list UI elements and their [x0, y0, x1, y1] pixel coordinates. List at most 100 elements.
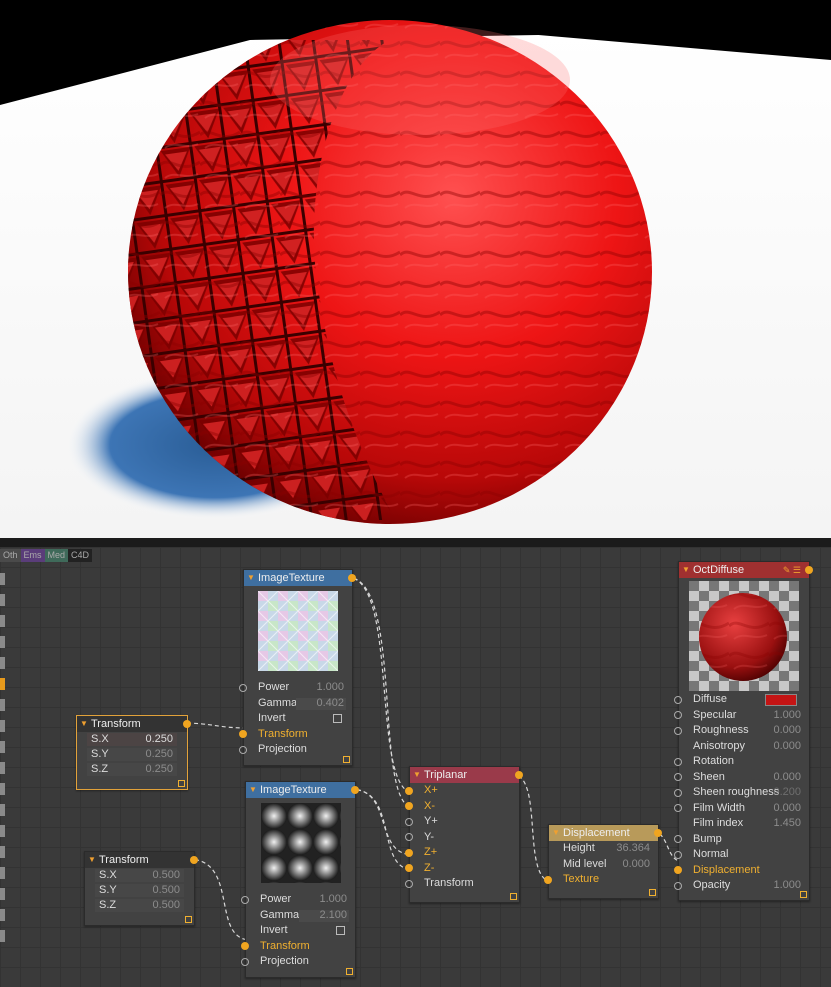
invert-checkbox[interactable] [336, 926, 345, 935]
param-row[interactable]: Power 1.000 [239, 680, 352, 696]
input-pin[interactable] [405, 802, 413, 810]
resize-icon[interactable] [178, 780, 185, 787]
output-pin[interactable] [183, 720, 191, 728]
resize-icon[interactable] [343, 756, 350, 763]
collapse-triangle-icon[interactable]: ▼ [552, 825, 560, 841]
node-header[interactable]: ▼ OctDiffuse ✎ ☰ [679, 562, 813, 578]
node-displacement[interactable]: ▼ Displacement Height 36.364 Mid level 0.0… [544, 824, 662, 899]
param-row[interactable]: Gamma 2.100 [246, 908, 355, 924]
input-pin[interactable] [239, 745, 247, 754]
param-row[interactable]: Gamma 0.402 [244, 696, 352, 712]
node-octdiffuse[interactable]: ▼ OctDiffuse ✎ ☰ Diffuse Specular 1.000 … [674, 561, 813, 901]
input-pin[interactable] [674, 866, 682, 874]
resize-icon[interactable] [185, 916, 192, 923]
node-imagetexture-top[interactable]: ▼ ImageTexture Power 1.000 Gamma 0.402 Inv… [239, 569, 356, 766]
input-pin[interactable] [674, 711, 682, 719]
param-row[interactable]: Anisotropy 0.000 [679, 739, 809, 755]
collapse-triangle-icon[interactable]: ▼ [249, 782, 257, 798]
collapse-triangle-icon[interactable]: ▼ [80, 716, 88, 732]
input-pin[interactable] [674, 695, 682, 704]
input-pin[interactable] [239, 730, 247, 738]
diffuse-color-swatch[interactable] [765, 694, 797, 706]
param-row[interactable]: Texture [544, 872, 658, 888]
node-header[interactable]: ▼ Triplanar [410, 767, 523, 783]
param-row[interactable]: X+ [405, 783, 519, 799]
param-row[interactable]: Invert [244, 711, 352, 727]
input-pin[interactable] [241, 957, 249, 966]
param-row[interactable]: Film index 1.450 [679, 816, 809, 832]
param-row[interactable]: Displacement [674, 863, 809, 879]
input-pin[interactable] [674, 757, 682, 766]
resize-icon[interactable] [510, 893, 517, 900]
input-pin[interactable] [674, 881, 682, 890]
param-row[interactable]: Y- [405, 830, 519, 846]
output-pin[interactable] [654, 829, 662, 837]
resize-icon[interactable] [800, 891, 807, 898]
param-row[interactable]: Transform [405, 876, 519, 892]
param-row[interactable]: Invert [246, 923, 355, 939]
param-row[interactable]: Roughness 0.000 [674, 723, 809, 739]
param-row[interactable]: S.X 0.250 [77, 732, 187, 747]
param-row[interactable]: Opacity 1.000 [674, 878, 809, 894]
input-pin[interactable] [405, 817, 413, 826]
input-pin[interactable] [674, 850, 682, 859]
input-pin[interactable] [405, 864, 413, 872]
input-pin[interactable] [405, 848, 413, 857]
param-row[interactable]: Rotation [674, 754, 809, 770]
output-pin[interactable] [348, 574, 356, 582]
resize-icon[interactable] [346, 968, 353, 975]
param-row[interactable]: Film Width 0.000 [674, 801, 809, 817]
param-row[interactable]: Normal [674, 847, 809, 863]
input-pin[interactable] [405, 879, 413, 888]
param-row[interactable]: Height 36.364 [549, 841, 658, 857]
input-pin[interactable] [544, 875, 552, 884]
node-transform-bottom[interactable]: ▼ Transform S.X 0.500 S.Y 0.500 S.Z 0.500 [84, 851, 198, 926]
param-row[interactable]: Y+ [405, 814, 519, 830]
collapse-triangle-icon[interactable]: ▼ [682, 562, 690, 578]
node-header[interactable]: ▼ Transform [85, 852, 198, 868]
output-pin[interactable] [351, 786, 359, 794]
param-row[interactable]: Sheen roughness 0.200 [674, 785, 809, 801]
resize-icon[interactable] [649, 889, 656, 896]
invert-checkbox[interactable] [333, 714, 342, 723]
param-row[interactable]: S.Y 0.500 [85, 883, 194, 898]
node-header[interactable]: ▼ Transform [77, 716, 191, 732]
param-row[interactable]: S.Z 0.500 [85, 898, 194, 913]
param-row[interactable]: Mid level 0.000 [549, 857, 658, 873]
collapse-triangle-icon[interactable]: ▼ [413, 767, 421, 783]
output-pin[interactable] [805, 566, 813, 574]
param-row[interactable]: Z- [405, 861, 519, 877]
input-pin[interactable] [674, 726, 682, 735]
param-row[interactable]: Transform [239, 727, 352, 743]
param-row[interactable]: Projection [239, 742, 352, 758]
output-pin[interactable] [515, 771, 523, 779]
input-pin[interactable] [241, 942, 249, 950]
input-pin[interactable] [239, 683, 247, 692]
param-row[interactable]: S.Z 0.250 [77, 762, 187, 777]
param-row[interactable]: Bump [674, 832, 809, 848]
node-header[interactable]: ▼ ImageTexture [246, 782, 359, 798]
param-row[interactable]: Projection [241, 954, 355, 970]
input-pin[interactable] [674, 804, 682, 812]
node-transform-top[interactable]: ▼ Transform S.X 0.250 S.Y 0.250 S.Z 0.250 [76, 715, 191, 790]
param-row[interactable]: Specular 1.000 [674, 708, 809, 724]
input-pin[interactable] [674, 788, 682, 797]
input-pin[interactable] [405, 833, 413, 841]
output-pin[interactable] [190, 856, 198, 864]
param-row[interactable]: X- [405, 799, 519, 815]
node-triplanar[interactable]: ▼ Triplanar X+ X- Y+ Y- Z+ Z- Transform [405, 766, 523, 903]
input-pin[interactable] [405, 786, 413, 795]
node-imagetexture-bottom[interactable]: ▼ ImageTexture Power 1.000 Gamma 2.100 Inv… [241, 781, 359, 978]
node-editor[interactable]: Oth Ems Med C4D ▼ ImageTexture Power 1.0… [0, 547, 831, 987]
input-pin[interactable] [241, 895, 249, 904]
param-row-diffuse[interactable]: Diffuse [674, 692, 809, 708]
param-row[interactable]: S.X 0.500 [85, 868, 194, 883]
param-row[interactable]: Sheen 0.000 [674, 770, 809, 786]
input-pin[interactable] [674, 773, 682, 781]
menu-icon[interactable]: ✎ ☰ [783, 562, 801, 578]
node-header[interactable]: ▼ ImageTexture [244, 570, 356, 586]
collapse-triangle-icon[interactable]: ▼ [88, 852, 96, 868]
input-pin[interactable] [674, 835, 682, 843]
collapse-triangle-icon[interactable]: ▼ [247, 570, 255, 586]
param-row[interactable]: Z+ [405, 845, 519, 861]
